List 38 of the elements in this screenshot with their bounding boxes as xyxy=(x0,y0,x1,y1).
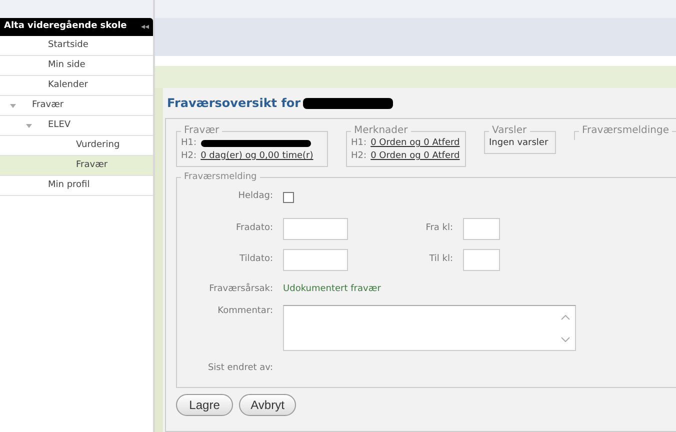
status-text: Ingen varsler xyxy=(489,137,550,150)
panel-title: Fraværsoversikt for xyxy=(167,95,301,112)
line-label: H2: xyxy=(181,150,197,163)
field-label: Sist endret av: xyxy=(206,362,274,376)
group-legend: Fraværsmeldinge xyxy=(579,125,672,137)
summary-link[interactable]: 0 dag(er) og 0,00 time(r) xyxy=(200,150,314,163)
group-legend: Merknader xyxy=(351,125,411,137)
summary-link[interactable]: 0 Orden og 0 Atferd xyxy=(370,137,460,150)
group-legend: Fraværsmelding xyxy=(181,171,260,183)
form-button[interactable]: Lagre xyxy=(176,394,234,416)
reason-text: Udokumentert fravær xyxy=(283,283,381,296)
line-label: H1: xyxy=(181,137,197,150)
field-label: Tildato: xyxy=(238,252,274,266)
collapse-button[interactable]: ◂◂ xyxy=(141,21,150,33)
school-name: Alta videregående skole xyxy=(4,20,127,34)
line-label: H1: xyxy=(351,137,367,150)
group-legend: Varsler xyxy=(489,125,530,137)
expanded-arrow-icon xyxy=(10,104,16,108)
field-label: Til kl: xyxy=(428,252,454,266)
field-label: Fradato: xyxy=(234,222,274,235)
field-label: Fra kl: xyxy=(424,222,454,235)
scroll-down-icon xyxy=(561,336,570,342)
checkbox[interactable] xyxy=(283,192,294,202)
expanded-arrow-icon xyxy=(26,124,32,128)
comment-field[interactable] xyxy=(283,305,576,351)
line-label: H2: xyxy=(351,150,367,163)
sidebar-item[interactable]: Fravær xyxy=(0,156,154,176)
time-field[interactable] xyxy=(463,248,500,270)
form-button[interactable]: Avbryt xyxy=(239,394,296,416)
date-field[interactable] xyxy=(283,218,348,240)
field-label: Fraværsårsak: xyxy=(208,283,274,296)
field-label: Heldag: xyxy=(237,190,274,204)
group-legend: Fravær xyxy=(181,125,222,137)
scroll-up-icon xyxy=(561,314,570,320)
date-field[interactable] xyxy=(283,248,348,270)
time-field[interactable] xyxy=(463,218,500,240)
field-label: Kommentar: xyxy=(216,305,274,318)
summary-link[interactable]: 0 Orden og 0 Atferd xyxy=(370,150,460,163)
